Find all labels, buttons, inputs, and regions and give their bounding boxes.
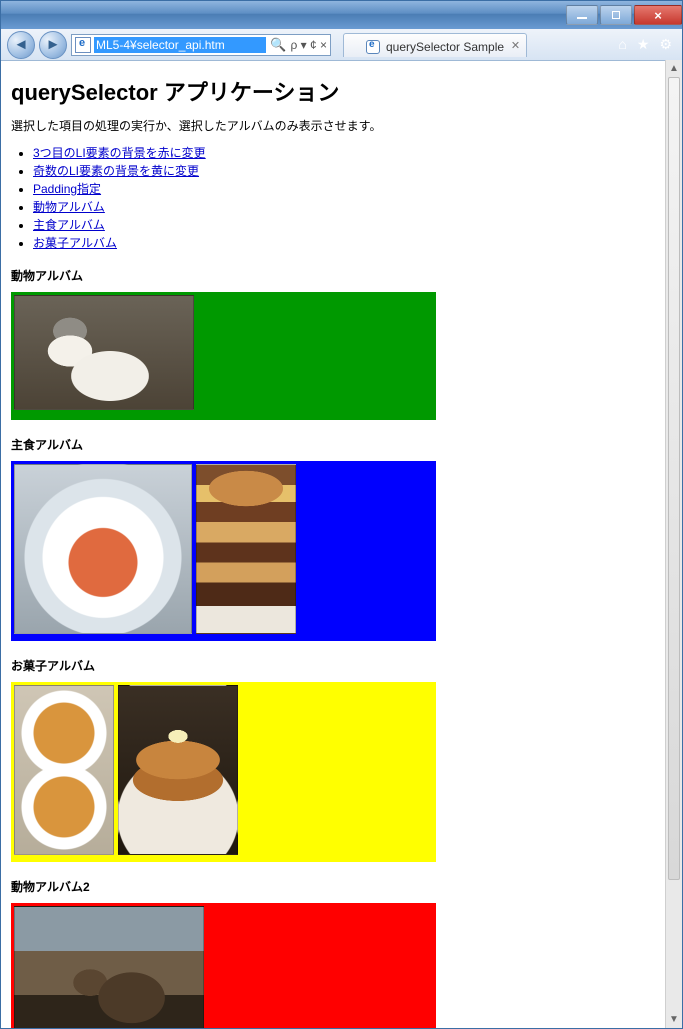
thumbnail-image — [14, 685, 114, 855]
tools-icon[interactable]: ⚙ — [659, 36, 672, 53]
back-button[interactable]: ◄ — [7, 31, 35, 59]
search-icon[interactable]: 🔍 — [270, 37, 286, 53]
action-link[interactable]: 3つ目のLI要素の背景を赤に変更 — [33, 146, 206, 160]
album-box — [11, 292, 436, 420]
album-title: 動物アルバム — [11, 267, 672, 284]
scroll-thumb[interactable] — [668, 77, 680, 880]
forward-button[interactable]: ► — [39, 31, 67, 59]
address-bar[interactable]: ML5-4¥selector_api.htm 🔍 ρ ▾ ¢ × — [71, 34, 331, 56]
album-title: 動物アルバム2 — [11, 878, 672, 895]
album: お菓子アルバム — [11, 657, 672, 862]
thumbnail-image — [118, 685, 238, 855]
album-title: 主食アルバム — [11, 436, 672, 453]
action-link[interactable]: お菓子アルバム — [33, 236, 117, 250]
close-button[interactable]: × — [634, 5, 682, 25]
page-title: querySelector アプリケーション — [11, 75, 672, 107]
tab-strip: querySelector Sample ✕ — [343, 33, 614, 57]
album-box — [11, 903, 436, 1028]
album-title: お菓子アルバム — [11, 657, 672, 674]
scroll-down-icon[interactable]: ▼ — [666, 1011, 682, 1028]
browser-window: × ◄ ► ML5-4¥selector_api.htm 🔍 ρ ▾ ¢ × q… — [0, 0, 683, 1029]
action-link[interactable]: 動物アルバム — [33, 200, 105, 214]
page-note: 選択した項目の処理の実行か、選択したアルバムのみ表示させます。 — [11, 117, 672, 134]
browser-tab[interactable]: querySelector Sample ✕ — [343, 33, 527, 57]
thumbnail-image — [196, 464, 296, 634]
ie-icon — [366, 40, 380, 54]
window-titlebar: × — [1, 1, 682, 29]
minimize-button[interactable] — [566, 5, 598, 25]
scroll-track[interactable] — [666, 77, 682, 1011]
browser-toolbar: ◄ ► ML5-4¥selector_api.htm 🔍 ρ ▾ ¢ × que… — [1, 29, 682, 61]
home-icon[interactable]: ⌂ — [618, 36, 626, 53]
scroll-up-icon[interactable]: ▲ — [666, 60, 682, 77]
toolbar-right: ⌂ ★ ⚙ — [618, 36, 676, 53]
page-content: querySelector アプリケーション 選択した項目の処理の実行か、選択し… — [1, 61, 682, 1028]
window-buttons: × — [564, 5, 682, 25]
album-box — [11, 461, 436, 641]
thumbnail-image — [14, 464, 192, 634]
address-suffix[interactable]: ρ ▾ ¢ × — [290, 38, 327, 52]
page-icon — [75, 37, 91, 53]
action-list: 3つ目のLI要素の背景を赤に変更 奇数のLI要素の背景を黄に変更 Padding… — [33, 144, 672, 251]
vertical-scrollbar[interactable]: ▲ ▼ — [665, 60, 682, 1028]
action-link[interactable]: 主食アルバム — [33, 218, 105, 232]
maximize-button[interactable] — [600, 5, 632, 25]
address-text: ML5-4¥selector_api.htm — [94, 37, 266, 53]
tab-close-icon[interactable]: ✕ — [511, 39, 520, 52]
favorites-icon[interactable]: ★ — [637, 36, 650, 53]
tab-title: querySelector Sample — [386, 40, 504, 54]
album: 動物アルバム — [11, 267, 672, 420]
thumbnail-image — [14, 295, 194, 410]
action-link[interactable]: 奇数のLI要素の背景を黄に変更 — [33, 164, 199, 178]
album-box — [11, 682, 436, 862]
action-link[interactable]: Padding指定 — [33, 182, 101, 196]
thumbnail-image — [14, 906, 204, 1028]
album: 主食アルバム — [11, 436, 672, 641]
album: 動物アルバム2 — [11, 878, 672, 1028]
